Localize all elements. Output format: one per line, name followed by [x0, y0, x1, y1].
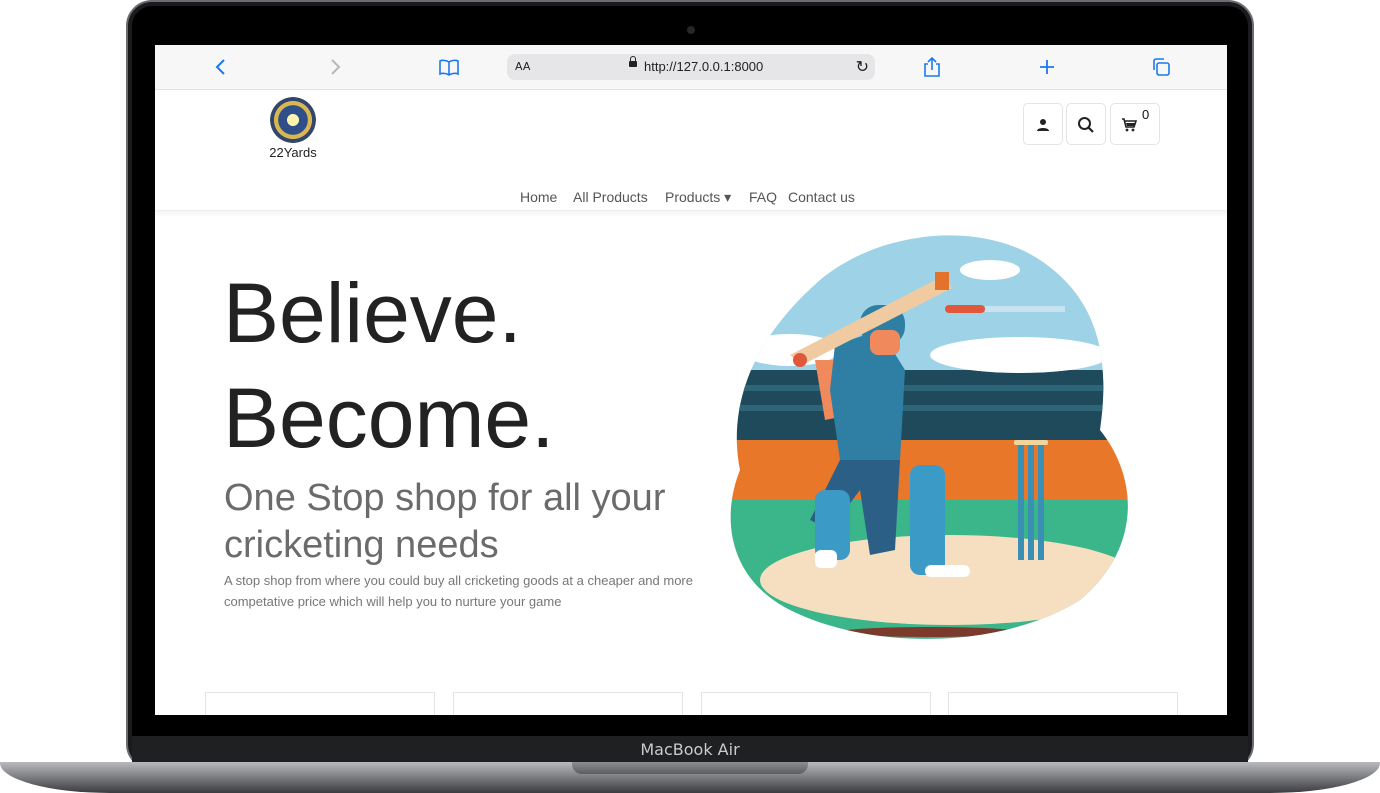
user-icon	[1037, 118, 1049, 131]
lock-icon	[629, 56, 637, 67]
main-nav: Home All Products Products ▾ FAQ Contact…	[155, 186, 1227, 211]
text-size-button[interactable]: AA	[515, 54, 530, 80]
url-text: http://127.0.0.1:8000	[644, 59, 764, 74]
hero-heading-line-1: Believe.	[223, 266, 522, 360]
cart-count-badge: 0	[1142, 107, 1150, 122]
cricketer-illustration	[730, 235, 1128, 639]
laptop-notch	[572, 762, 808, 774]
hero-subheading: One Stop shop for all your cricketing ne…	[224, 477, 666, 566]
nav-all-products[interactable]: All Products	[573, 186, 648, 208]
chevron-left-icon	[215, 59, 225, 75]
cart-icon	[1122, 117, 1138, 131]
nav-products-dropdown[interactable]: Products ▾	[665, 186, 731, 208]
brand-name[interactable]: 22Yards	[250, 145, 336, 160]
product-card[interactable]	[205, 692, 435, 715]
book-icon	[439, 59, 459, 76]
camera-dot	[687, 26, 695, 34]
nav-faq[interactable]: FAQ	[749, 186, 777, 208]
search-button[interactable]	[1066, 103, 1106, 145]
reload-icon[interactable]: ↻	[856, 54, 869, 80]
browser-toolbar: AA http://127.0.0.1:8000 ↻	[155, 45, 1227, 90]
cart-button[interactable]	[1110, 103, 1160, 145]
hero-heading-line-2: Become.	[223, 371, 555, 465]
hero-description: A stop shop from where you could buy all…	[224, 573, 693, 609]
product-card[interactable]	[701, 692, 931, 715]
search-icon	[1078, 116, 1094, 133]
forward-button[interactable]	[320, 45, 350, 89]
nav-contact-us[interactable]: Contact us	[788, 186, 855, 208]
tabs-icon	[1153, 58, 1170, 76]
back-button[interactable]	[206, 45, 236, 89]
nav-home[interactable]: Home	[520, 186, 557, 208]
tabs-button[interactable]	[1146, 45, 1176, 89]
address-bar[interactable]: AA http://127.0.0.1:8000 ↻	[507, 54, 875, 80]
screen: AA http://127.0.0.1:8000 ↻ 22Yards 0 Hom…	[155, 45, 1227, 715]
new-tab-button[interactable]	[1032, 45, 1062, 89]
share-button[interactable]	[917, 45, 947, 89]
plus-icon	[1040, 60, 1054, 74]
bookmarks-button[interactable]	[434, 45, 464, 89]
product-card[interactable]	[948, 692, 1178, 715]
chevron-right-icon	[331, 59, 341, 75]
product-card[interactable]	[453, 692, 683, 715]
device-label: MacBook Air	[640, 740, 740, 759]
account-button[interactable]	[1023, 103, 1063, 145]
share-icon	[924, 56, 940, 77]
brand-logo[interactable]	[270, 97, 316, 143]
